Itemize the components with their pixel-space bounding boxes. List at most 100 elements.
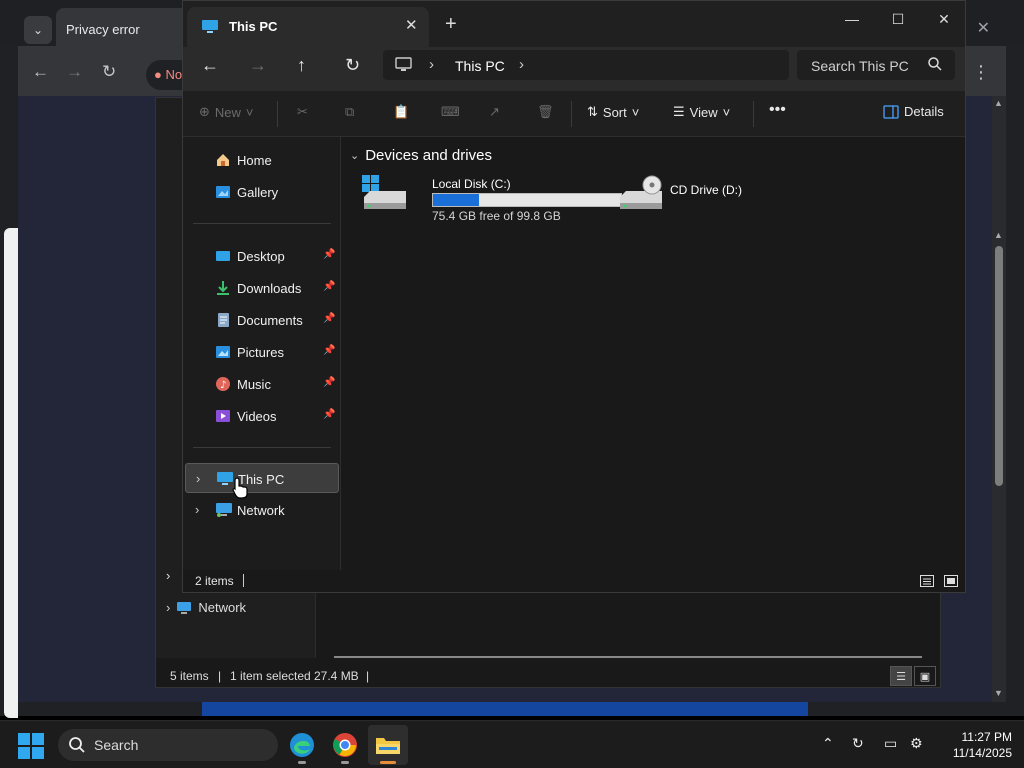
refresh-icon[interactable]: ↻ (345, 55, 360, 76)
network-status-icon[interactable]: ⚙ (910, 735, 923, 752)
sort-label: Sort (602, 104, 627, 120)
details-pane-icon (883, 104, 899, 119)
copy-icon[interactable]: ⧉ (345, 104, 354, 120)
share-icon[interactable]: ↗ (489, 104, 500, 120)
nav-pictures[interactable]: Pictures 📌 (183, 337, 339, 367)
sort-button[interactable]: ⇅ Sort ˅ (587, 104, 639, 120)
new-button[interactable]: ⊕ New ˅ (199, 104, 254, 120)
nav-network[interactable]: › Network (183, 495, 339, 525)
back-icon[interactable]: ← (201, 55, 219, 76)
browser-reload-icon[interactable]: ↻ (102, 62, 116, 82)
drive-c-usage-fill (433, 194, 480, 206)
minimize-button[interactable]: — (829, 5, 875, 33)
delete-icon[interactable]: 🗑 (537, 104, 554, 120)
browser-scrollbar[interactable]: ▲ ▲ ▼ (992, 96, 1006, 702)
sync-icon[interactable]: ↻ (852, 735, 864, 752)
new-tab-icon[interactable]: + (445, 13, 457, 36)
nav-pictures-label: Pictures (237, 345, 284, 360)
status-item-count: 2 items (195, 574, 234, 588)
nav-desktop[interactable]: Desktop 📌 (183, 241, 339, 271)
details-view-button[interactable] (917, 571, 937, 591)
nav-music[interactable]: ♪ Music 📌 (183, 369, 339, 399)
pin-icon[interactable]: 📌 (323, 345, 335, 356)
forward-icon[interactable]: → (249, 55, 267, 76)
nav-desktop-label: Desktop (237, 249, 285, 264)
nav-videos[interactable]: Videos 📌 (183, 401, 339, 431)
chevron-right-icon[interactable]: › (196, 471, 200, 486)
browser-menu-icon[interactable]: ⋮ (972, 62, 990, 83)
pin-icon[interactable]: 📌 (323, 409, 335, 420)
maximize-button[interactable]: ☐ (875, 5, 921, 33)
clock[interactable]: 11:27 PM 11/14/2025 (953, 729, 1012, 761)
details-view-button[interactable]: ☰ (890, 666, 912, 686)
nav-gallery[interactable]: Gallery (183, 177, 339, 207)
chevron-up-icon[interactable]: ⌃ (822, 735, 834, 752)
scroll-down-icon[interactable]: ▼ (994, 688, 1003, 698)
chevron-right-icon[interactable]: › (195, 502, 199, 517)
up-icon[interactable]: ↑ (297, 55, 306, 76)
close-button[interactable]: ✕ (921, 5, 967, 33)
nav-documents[interactable]: Documents 📌 (183, 305, 339, 335)
explorer-tab[interactable]: This PC ✕ (187, 7, 429, 47)
tab-search-button[interactable]: ⌄ (24, 16, 52, 44)
background-hscroll[interactable] (334, 656, 922, 658)
videos-icon (216, 410, 230, 422)
address-bar[interactable]: › This PC › (383, 50, 789, 80)
nav-downloads[interactable]: Downloads 📌 (183, 273, 339, 303)
bg-status-size: 27.4 MB (314, 669, 359, 683)
bg-status-selected: 1 item selected (230, 669, 311, 683)
nav-home[interactable]: Home (183, 145, 339, 175)
taskbar-search[interactable]: Search (58, 729, 278, 761)
chrome-app-button[interactable] (325, 725, 365, 765)
nav-videos-label: Videos (237, 409, 277, 424)
tab-title: This PC (229, 19, 278, 34)
navigation-bar: ← → ↑ ↻ › This PC › Search This PC (183, 47, 965, 91)
browser-tab[interactable]: Privacy error (56, 8, 196, 46)
music-icon: ♪ (216, 377, 230, 391)
browser-forward-icon[interactable]: → (66, 62, 83, 82)
scroll-up-icon[interactable]: ▲ (994, 98, 1003, 108)
tiles-view-button[interactable] (941, 571, 961, 591)
search-input[interactable]: Search This PC (797, 50, 955, 80)
nav-this-pc[interactable]: › This PC (185, 463, 339, 493)
cut-icon[interactable]: ✂ (297, 104, 308, 120)
display-icon[interactable]: ▭ (884, 735, 897, 752)
pin-icon[interactable]: 📌 (323, 313, 335, 324)
chrome-icon (333, 733, 357, 757)
edge-app-button[interactable] (282, 725, 322, 765)
clock-date: 11/14/2025 (952, 746, 1012, 760)
more-options-icon[interactable]: ••• (769, 101, 786, 119)
chevron-right-icon[interactable]: › (519, 56, 524, 73)
windows-start-icon[interactable] (18, 733, 44, 759)
chevron-right-icon[interactable]: › (429, 56, 434, 73)
tiles-view-button[interactable]: ▣ (914, 666, 936, 686)
details-label: Details (904, 104, 944, 119)
background-strip (202, 702, 808, 716)
bg-sidebar-network[interactable]: › Network (166, 600, 246, 615)
browser-close-icon[interactable]: ✕ (977, 18, 990, 38)
status-separator (243, 574, 244, 587)
network-icon (177, 601, 192, 614)
group-header[interactable]: ⌄ Devices and drives (350, 147, 492, 164)
file-explorer-app-button[interactable] (368, 725, 408, 765)
details-pane-button[interactable]: Details (883, 104, 944, 119)
view-button[interactable]: ☰ View ˅ (673, 104, 730, 120)
breadcrumb-location[interactable]: This PC (455, 58, 505, 74)
chevron-down-icon: ˅ (245, 104, 254, 120)
browser-back-icon[interactable]: ← (32, 62, 49, 82)
close-tab-icon[interactable]: ✕ (405, 16, 418, 34)
pin-icon[interactable]: 📌 (323, 249, 335, 260)
pin-icon[interactable]: 📌 (323, 281, 335, 292)
background-statusbar: 5 items | 1 item selected 27.4 MB | (156, 664, 942, 688)
rename-icon[interactable]: ⌨ (441, 104, 460, 120)
pictures-icon (216, 346, 230, 358)
scroll-thumb[interactable] (995, 246, 1003, 486)
nav-documents-label: Documents (237, 313, 303, 328)
drive-c[interactable]: Local Disk (C:) 75.4 GB free of 99.8 GB (362, 175, 622, 225)
scroll-up-icon-2[interactable]: ▲ (994, 230, 1003, 240)
paste-icon[interactable]: 📋 (393, 104, 409, 120)
drive-d[interactable]: CD Drive (D:) (618, 175, 868, 225)
monitor-icon (395, 57, 412, 71)
pin-icon[interactable]: 📌 (323, 377, 335, 388)
chevron-right-icon[interactable]: › (166, 568, 170, 583)
